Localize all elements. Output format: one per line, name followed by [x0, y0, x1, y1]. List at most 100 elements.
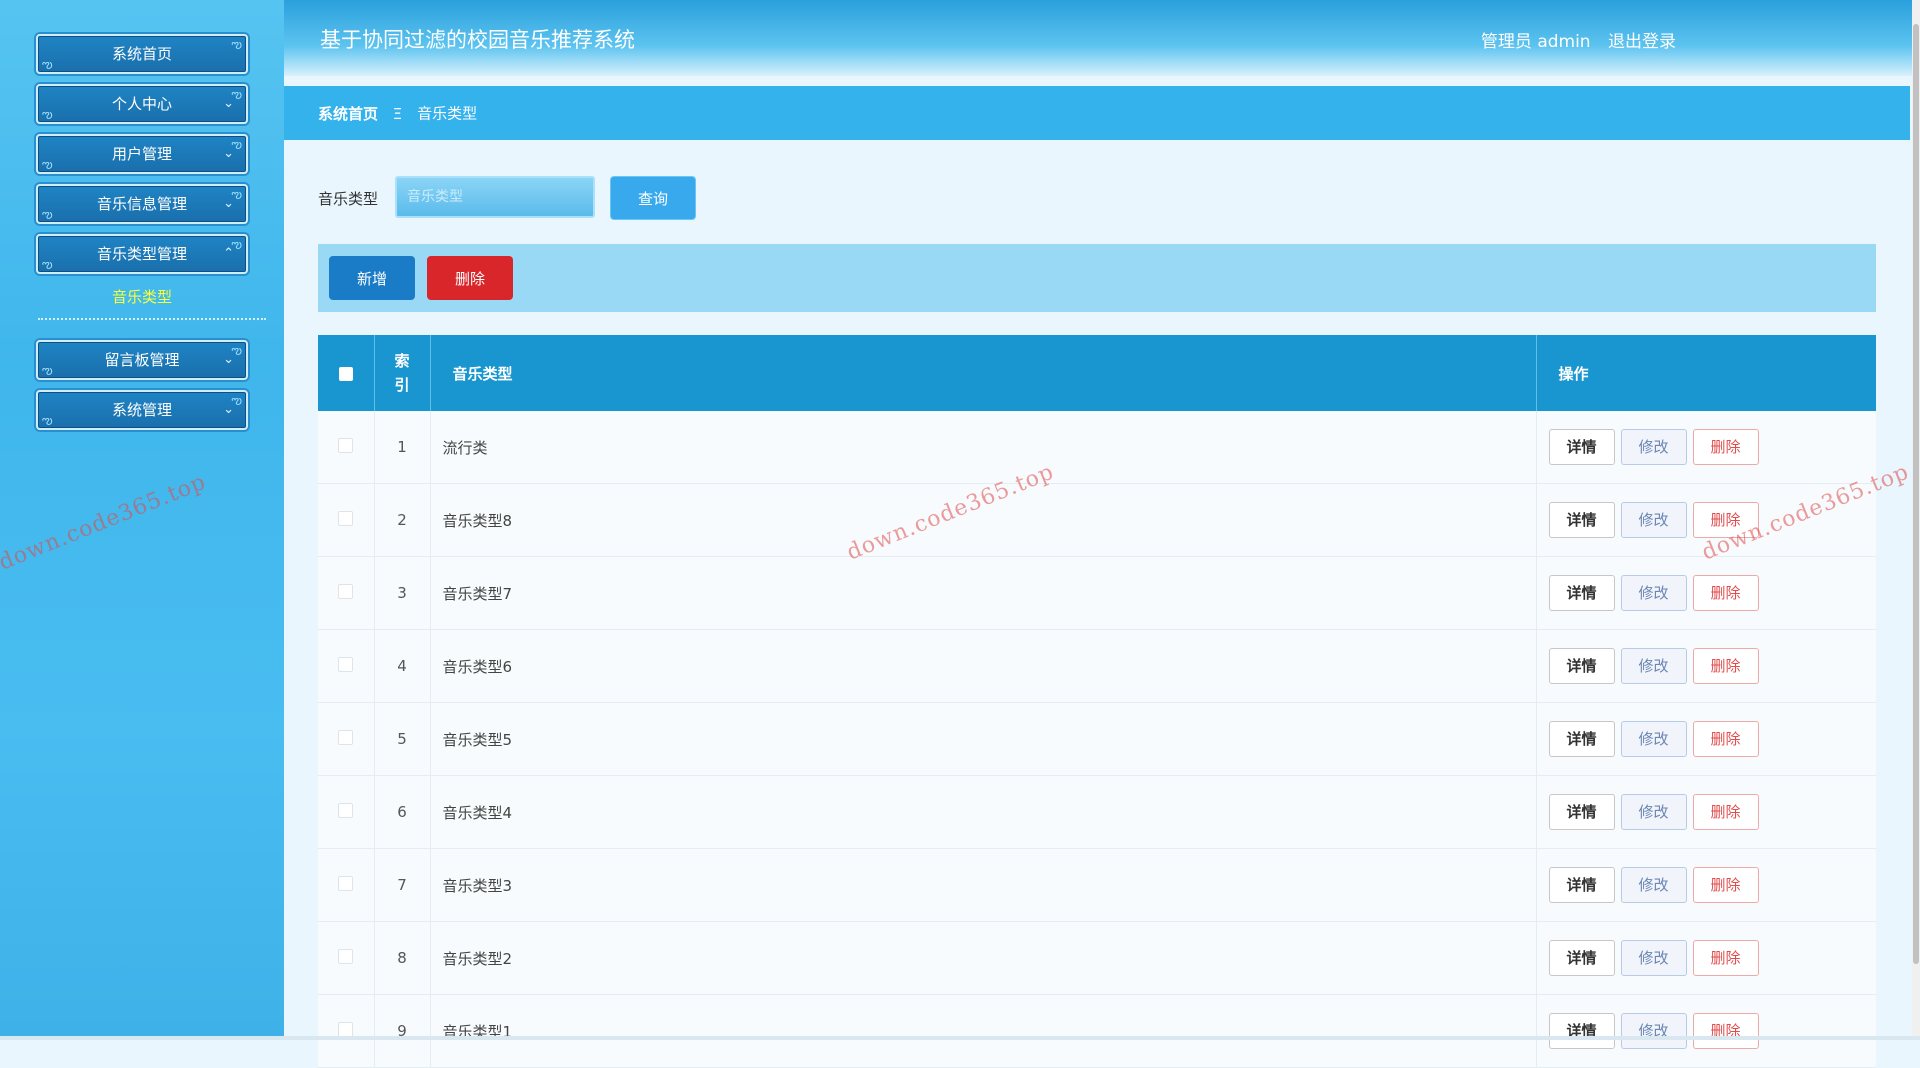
select-all-cell [318, 335, 375, 411]
detail-button[interactable]: 详情 [1548, 794, 1615, 830]
row-checkbox[interactable] [338, 948, 354, 964]
row-select-cell [318, 775, 375, 849]
sidebar-item-home[interactable]: ఌ 系统首页 ఌ [36, 34, 248, 74]
table-row: 8 音乐类型2 详情 修改 删除 [318, 921, 1876, 995]
row-select-cell [318, 483, 375, 557]
detail-button[interactable]: 详情 [1548, 1013, 1615, 1049]
delete-button[interactable]: 删除 [1692, 1013, 1759, 1049]
row-index: 4 [374, 629, 431, 703]
delete-button[interactable]: 删除 [1692, 648, 1759, 684]
sidebar-item-label: 音乐信息管理 [96, 195, 187, 213]
vine-ornament-icon: ఌ [42, 157, 53, 171]
detail-button[interactable]: 详情 [1548, 940, 1615, 976]
delete-button[interactable]: 删除 [1692, 794, 1759, 830]
table-header-row: 索引 音乐类型 操作 [318, 335, 1876, 411]
edit-button[interactable]: 修改 [1620, 429, 1687, 465]
sidebar-item-profile[interactable]: ఌ 个人中心 ⌄ ఌ [36, 84, 248, 124]
vine-ornament-icon: ఌ [231, 343, 242, 357]
row-select-cell [318, 702, 375, 776]
sidebar-item-music-type[interactable]: ఌ 音乐类型管理 ⌃ ఌ [36, 234, 248, 274]
search-input[interactable] [395, 176, 595, 218]
row-select-cell [318, 629, 375, 703]
row-index: 6 [374, 775, 431, 849]
row-actions: 详情 修改 删除 [1536, 994, 1876, 1068]
row-checkbox[interactable] [338, 729, 354, 745]
sidebar-item-music-info[interactable]: ఌ 音乐信息管理 ⌄ ఌ [36, 184, 248, 224]
edit-button[interactable]: 修改 [1620, 721, 1687, 757]
batch-delete-button[interactable]: 删除 [427, 256, 513, 300]
detail-button[interactable]: 详情 [1548, 575, 1615, 611]
edit-button[interactable]: 修改 [1620, 794, 1687, 830]
table-row: 5 音乐类型5 详情 修改 删除 [318, 702, 1876, 776]
breadcrumb: 系统首页 Ξ 音乐类型 [284, 86, 1910, 140]
vine-ornament-icon: ఌ [42, 207, 53, 221]
vine-ornament-icon: ఌ [231, 237, 242, 251]
sidebar-item-label: 用户管理 [111, 145, 172, 163]
vertical-scrollbar[interactable] [1912, 0, 1920, 1040]
row-music-type: 流行类 [430, 411, 1537, 484]
scrollbar-thumb[interactable] [1913, 24, 1919, 964]
delete-button[interactable]: 删除 [1692, 575, 1759, 611]
sidebar-item-users[interactable]: ఌ 用户管理 ⌄ ఌ [36, 134, 248, 174]
row-actions: 详情 修改 删除 [1536, 775, 1876, 849]
sidebar-item-label: 系统首页 [111, 45, 172, 63]
action-bar: 新增 删除 [318, 244, 1876, 312]
row-music-type: 音乐类型4 [430, 775, 1537, 849]
row-index: 7 [374, 848, 431, 922]
row-checkbox[interactable] [338, 437, 354, 453]
edit-button[interactable]: 修改 [1620, 867, 1687, 903]
vine-ornament-icon: ఌ [42, 107, 53, 121]
detail-button[interactable]: 详情 [1548, 429, 1615, 465]
username: admin [1537, 32, 1591, 52]
page-bottom-edge [0, 1036, 1920, 1040]
sidebar-divider [38, 318, 266, 320]
sidebar-item-label: 留言板管理 [104, 351, 180, 369]
row-checkbox[interactable] [338, 583, 354, 599]
detail-button[interactable]: 详情 [1548, 721, 1615, 757]
edit-button[interactable]: 修改 [1620, 575, 1687, 611]
select-all-checkbox[interactable] [338, 366, 353, 381]
delete-button[interactable]: 删除 [1692, 940, 1759, 976]
row-checkbox[interactable] [338, 510, 354, 526]
vine-ornament-icon: ఌ [42, 363, 53, 377]
edit-button[interactable]: 修改 [1620, 1013, 1687, 1049]
row-checkbox[interactable] [338, 1021, 354, 1037]
delete-button[interactable]: 删除 [1692, 867, 1759, 903]
header: 基于协同过滤的校园音乐推荐系统 管理员 admin 退出登录 [284, 0, 1920, 76]
vine-ornament-icon: ఌ [231, 137, 242, 151]
search-button[interactable]: 查询 [610, 176, 696, 220]
logout-link[interactable]: 退出登录 [1608, 32, 1676, 52]
edit-button[interactable]: 修改 [1620, 940, 1687, 976]
delete-button[interactable]: 删除 [1692, 429, 1759, 465]
vine-ornament-icon: ఌ [42, 257, 53, 271]
table-body: 1 流行类 详情 修改 删除 2 音乐类型8 详情 修改 删除 3 音乐类型7 详情 修改 删除 4 音乐类型6… [318, 411, 1876, 1068]
row-actions: 详情 修改 删除 [1536, 921, 1876, 995]
sidebar-item-message-board[interactable]: ఌ 留言板管理 ⌄ ఌ [36, 340, 248, 380]
vine-ornament-icon: ఌ [231, 187, 242, 201]
table-row: 9 音乐类型1 详情 修改 删除 [318, 994, 1876, 1068]
row-checkbox[interactable] [338, 875, 354, 891]
row-checkbox[interactable] [338, 802, 354, 818]
row-index: 9 [374, 994, 431, 1068]
detail-button[interactable]: 详情 [1548, 502, 1615, 538]
table-row: 6 音乐类型4 详情 修改 删除 [318, 775, 1876, 849]
table-row: 3 音乐类型7 详情 修改 删除 [318, 556, 1876, 630]
breadcrumb-current: 音乐类型 [417, 104, 478, 123]
vine-ornament-icon: ఌ [42, 413, 53, 427]
sidebar-item-label: 系统管理 [111, 401, 172, 419]
detail-button[interactable]: 详情 [1548, 867, 1615, 903]
detail-button[interactable]: 详情 [1548, 648, 1615, 684]
sidebar-subitem-music-type[interactable]: 音乐类型 [36, 286, 248, 307]
breadcrumb-home[interactable]: 系统首页 [318, 105, 378, 123]
row-checkbox[interactable] [338, 656, 354, 672]
vine-ornament-icon: ఌ [231, 37, 242, 51]
row-index: 1 [374, 411, 431, 484]
delete-button[interactable]: 删除 [1692, 721, 1759, 757]
row-index: 2 [374, 483, 431, 557]
add-button[interactable]: 新增 [329, 256, 415, 300]
column-header-operations: 操作 [1536, 335, 1876, 411]
edit-button[interactable]: 修改 [1620, 648, 1687, 684]
edit-button[interactable]: 修改 [1620, 502, 1687, 538]
watermark: down.code365.top [0, 469, 210, 576]
sidebar-item-system[interactable]: ఌ 系统管理 ⌄ ఌ [36, 390, 248, 430]
